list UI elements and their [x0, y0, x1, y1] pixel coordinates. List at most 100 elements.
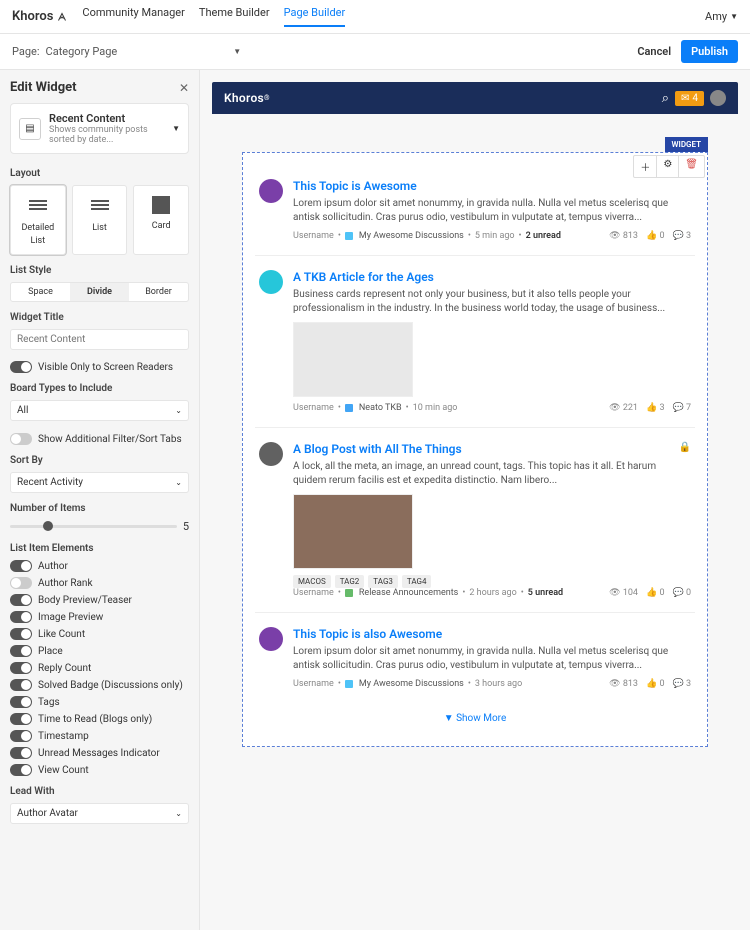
- tag[interactable]: TAG2: [335, 575, 365, 588]
- layout-card[interactable]: Card: [133, 185, 189, 255]
- lock-icon: 🔒: [679, 442, 691, 460]
- widget-icon: ▤: [19, 118, 41, 140]
- layout-list[interactable]: List: [72, 185, 128, 255]
- post-item: A Blog Post with All The Things🔒 A lock,…: [255, 428, 695, 613]
- toggle-author[interactable]: [10, 560, 32, 572]
- toggle-image-preview[interactable]: [10, 611, 32, 623]
- style-space[interactable]: Space: [11, 283, 70, 301]
- widget-summary[interactable]: ▤ Recent Content Shows community posts s…: [10, 103, 189, 154]
- preview-canvas: Khoros ® ⌕ ✉ 4 WIDGET ＋ ⚙ 🗑 This Topic i…: [200, 70, 750, 930]
- page-selector[interactable]: Page: Category Page ▼: [12, 45, 241, 58]
- tag[interactable]: TAG3: [368, 575, 398, 588]
- top-bar: Khoros Community Manager Theme Builder P…: [0, 0, 750, 34]
- element-label: Timestamp: [38, 731, 89, 742]
- post-meta: Username • Neato TKB • 10 min ago: [293, 403, 457, 413]
- user-menu[interactable]: Amy▼: [705, 10, 738, 23]
- element-label: Tags: [38, 697, 60, 708]
- post-item: This Topic is Awesome Lorem ipsum dolor …: [255, 165, 695, 256]
- edit-panel: Edit Widget ✕ ▤ Recent Content Shows com…: [0, 70, 200, 930]
- post-item: A TKB Article for the Ages Business card…: [255, 256, 695, 428]
- gear-icon[interactable]: ⚙: [657, 156, 679, 177]
- delete-button[interactable]: 🗑: [679, 156, 704, 177]
- toggle-timestamp[interactable]: [10, 730, 32, 742]
- toggle-visible-sr[interactable]: [10, 361, 32, 373]
- number-slider[interactable]: [10, 525, 177, 528]
- widget-name: Recent Content: [49, 112, 164, 125]
- avatar[interactable]: [259, 270, 283, 294]
- toggle-like-count[interactable]: [10, 628, 32, 640]
- list-style-label: List Style: [10, 265, 189, 276]
- post-text: Lorem ipsum dolor sit amet nonummy, in g…: [293, 645, 691, 673]
- cancel-button[interactable]: Cancel: [637, 45, 671, 58]
- post-image: [293, 494, 413, 569]
- toggle-tags[interactable]: [10, 696, 32, 708]
- preview-logo: Khoros: [224, 91, 264, 105]
- avatar[interactable]: [710, 90, 726, 106]
- publish-button[interactable]: Publish: [681, 40, 738, 63]
- widget-title-input[interactable]: [10, 329, 189, 350]
- nav-theme-builder[interactable]: Theme Builder: [199, 6, 270, 27]
- avatar[interactable]: [259, 179, 283, 203]
- toggle-reply-count[interactable]: [10, 662, 32, 674]
- post-meta: Username • My Awesome Discussions • 3 ho…: [293, 679, 522, 689]
- chevron-down-icon: ▼: [730, 12, 738, 21]
- toggle-view-count[interactable]: [10, 764, 32, 776]
- chevron-down-icon: ▼: [233, 47, 241, 56]
- post-title[interactable]: This Topic is also Awesome: [293, 627, 442, 641]
- element-label: Reply Count: [38, 663, 91, 674]
- element-label: Like Count: [38, 629, 85, 640]
- add-button[interactable]: ＋: [634, 156, 657, 177]
- sort-by-label: Sort By: [10, 455, 189, 466]
- element-label: Unread Messages Indicator: [38, 748, 160, 759]
- avatar[interactable]: [259, 627, 283, 651]
- lead-with-label: Lead With: [10, 786, 189, 797]
- style-divide[interactable]: Divide: [70, 283, 129, 301]
- top-nav: Community Manager Theme Builder Page Bui…: [82, 6, 345, 27]
- close-icon[interactable]: ✕: [179, 81, 189, 95]
- show-filter-label: Show Additional Filter/Sort Tabs: [38, 434, 182, 445]
- element-label: View Count: [38, 765, 89, 776]
- widget-preview: WIDGET ＋ ⚙ 🗑 This Topic is Awesome Lorem…: [242, 152, 708, 747]
- element-label: Image Preview: [38, 612, 103, 623]
- board-types-label: Board Types to Include: [10, 383, 189, 394]
- messages-badge[interactable]: ✉ 4: [675, 91, 704, 106]
- brand-logo: Khoros: [12, 9, 68, 24]
- board-types-select[interactable]: All⌄: [10, 400, 189, 421]
- widget-desc: Shows community posts sorted by date...: [49, 125, 164, 145]
- layout-detailed-list[interactable]: Detailed List: [10, 185, 66, 255]
- chevron-down-icon: ▼: [172, 124, 180, 133]
- toggle-author-rank[interactable]: [10, 577, 32, 589]
- lead-with-select[interactable]: Author Avatar⌄: [10, 803, 189, 824]
- post-stats: 👁 813👍 0💬 3: [609, 231, 691, 241]
- search-icon[interactable]: ⌕: [662, 91, 669, 106]
- show-more-button[interactable]: ▼ Show More: [255, 703, 695, 734]
- toggle-time-to-read-blogs-only-[interactable]: [10, 713, 32, 725]
- toggle-show-filter[interactable]: [10, 433, 32, 445]
- sort-by-select[interactable]: Recent Activity⌄: [10, 472, 189, 493]
- avatar[interactable]: [259, 442, 283, 466]
- visible-sr-label: Visible Only to Screen Readers: [38, 362, 173, 373]
- toggle-unread-messages-indicator[interactable]: [10, 747, 32, 759]
- toggle-solved-badge-discussions-only-[interactable]: [10, 679, 32, 691]
- widget-title-label: Widget Title: [10, 312, 189, 323]
- layout-label: Layout: [10, 168, 189, 179]
- nav-community-manager[interactable]: Community Manager: [82, 6, 184, 27]
- tag[interactable]: TAG4: [402, 575, 432, 588]
- panel-title: Edit Widget: [10, 80, 77, 95]
- post-stats: 👁 813👍 0💬 3: [609, 679, 691, 689]
- toggle-place[interactable]: [10, 645, 32, 657]
- element-label: Author: [38, 561, 68, 572]
- nav-page-builder[interactable]: Page Builder: [284, 6, 346, 27]
- elements-label: List Item Elements: [10, 543, 189, 554]
- post-image: [293, 322, 413, 397]
- post-title[interactable]: A Blog Post with All The Things: [293, 442, 462, 456]
- style-border[interactable]: Border: [129, 283, 188, 301]
- post-meta: Username • Release Announcements • 2 hou…: [293, 588, 563, 598]
- toggle-body-preview-teaser[interactable]: [10, 594, 32, 606]
- post-meta: Username • My Awesome Discussions • 5 mi…: [293, 231, 561, 241]
- element-label: Place: [38, 646, 63, 657]
- element-label: Body Preview/Teaser: [38, 595, 132, 606]
- post-title[interactable]: A TKB Article for the Ages: [293, 270, 434, 284]
- tag[interactable]: MACOS: [293, 575, 331, 588]
- post-title[interactable]: This Topic is Awesome: [293, 179, 417, 193]
